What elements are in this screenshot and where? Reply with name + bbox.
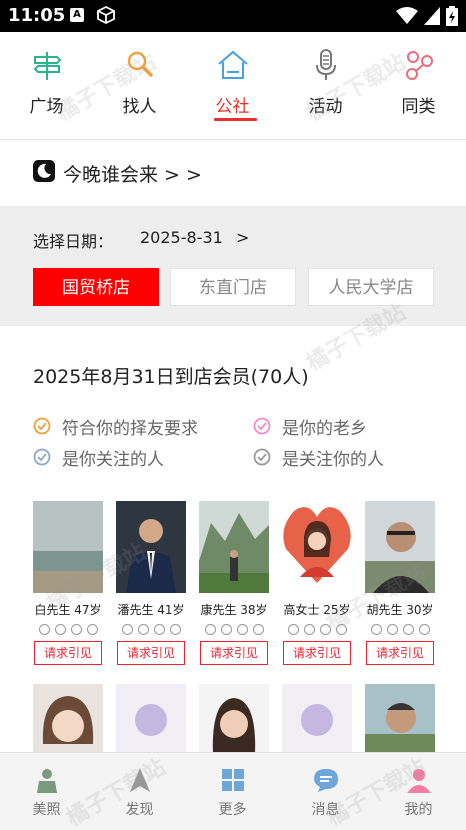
chat-bubble-icon — [313, 769, 338, 792]
member-name: 胡先生 30岁 — [366, 603, 434, 617]
status-time: 11:05 — [8, 5, 66, 26]
members-title: 2025年8月31日到店会员(70人) — [33, 366, 309, 388]
tonight-link[interactable]: 今晚谁会来 > > — [0, 140, 466, 206]
member-photo[interactable] — [116, 501, 186, 593]
moon-icon — [33, 160, 55, 182]
nav-item-find-people[interactable]: 找人 — [93, 32, 186, 140]
tab-messages[interactable]: 消息 — [279, 753, 372, 830]
nav-item-same-kind[interactable]: 同类 — [372, 32, 465, 140]
profile-icon — [406, 769, 431, 793]
legend-item-followers: 是关注你的人 — [253, 445, 433, 470]
member-name: 白先生 47岁 — [34, 603, 102, 617]
member-status-dots — [116, 624, 186, 635]
request-intro-button[interactable]: 请求引见 — [34, 641, 102, 665]
tab-discover[interactable]: 发现 — [93, 753, 186, 830]
tab-label: 美照 — [32, 802, 61, 818]
member-name: 高女士 25岁 — [283, 603, 351, 617]
status-bar: 11:05 A — [0, 0, 466, 32]
nav-label: 公社 — [215, 97, 250, 117]
member-photo[interactable] — [33, 501, 103, 593]
request-intro-button[interactable]: 请求引见 — [366, 641, 434, 665]
legend-item-criteria: 符合你的择友要求 — [33, 414, 233, 439]
store-tab-renmin-university[interactable]: 人民大学店 — [308, 268, 434, 306]
battery-icon — [446, 6, 458, 26]
bottom-tab-bar: 美照 发现 更多 消息 我的 — [0, 752, 466, 830]
check-circle-icon — [33, 448, 51, 466]
magnifier-icon — [127, 51, 153, 77]
nav-item-commune[interactable]: 公社 — [186, 32, 279, 140]
tonight-label: 今晚谁会来 > > — [63, 164, 202, 186]
signal-icon — [424, 7, 440, 25]
legend-label: 是你关注的人 — [62, 450, 164, 470]
member-status-dots — [282, 624, 352, 635]
request-intro-button[interactable]: 请求引见 — [117, 641, 185, 665]
date-value[interactable]: 2025-8-31 — [140, 228, 223, 247]
check-circle-icon — [253, 448, 271, 466]
tab-more[interactable]: 更多 — [186, 753, 279, 830]
nav-label: 广场 — [29, 97, 64, 117]
legend-item-hometown: 是你的老乡 — [253, 414, 433, 439]
member-name: 康先生 38岁 — [200, 603, 268, 617]
tab-label: 发现 — [125, 802, 154, 818]
legend-item-following: 是你关注的人 — [33, 445, 233, 470]
check-circle-icon — [33, 417, 51, 435]
signpost-icon — [33, 52, 61, 80]
legend-label: 是关注你的人 — [282, 450, 384, 470]
member-photo[interactable] — [282, 501, 352, 593]
member-status-dots — [199, 624, 269, 635]
active-tab-indicator — [214, 118, 257, 121]
member-status-dots — [33, 624, 103, 635]
member-card[interactable]: 白先生 47岁 请求引见 — [33, 501, 103, 665]
people-link-icon — [405, 51, 433, 80]
member-card[interactable]: 高女士 25岁 请求引见 — [282, 501, 352, 665]
grid-icon — [221, 769, 244, 791]
cube-icon — [97, 5, 115, 25]
navigation-arrow-icon — [129, 768, 150, 792]
member-card[interactable]: 康先生 38岁 请求引见 — [199, 501, 269, 665]
store-tab-dongzhimen[interactable]: 东直门店 — [170, 268, 296, 306]
store-tab-guomao[interactable]: 国贸桥店 — [33, 268, 159, 306]
member-name: 潘先生 41岁 — [117, 603, 185, 617]
top-nav: 广场 找人 公社 活动 同类 — [0, 32, 466, 140]
member-status-dots — [365, 624, 435, 635]
nav-item-activity[interactable]: 活动 — [279, 32, 372, 140]
member-photo[interactable] — [199, 501, 269, 593]
tab-label: 消息 — [311, 802, 340, 818]
legend-label: 符合你的择友要求 — [62, 419, 198, 439]
date-label: 选择日期： — [33, 232, 114, 251]
nav-label: 活动 — [308, 97, 343, 117]
check-circle-icon — [253, 417, 271, 435]
tab-label: 更多 — [218, 802, 247, 818]
request-intro-button[interactable]: 请求引见 — [200, 641, 268, 665]
tab-mine[interactable]: 我的 — [372, 753, 465, 830]
nav-item-square[interactable]: 广场 — [0, 32, 93, 140]
member-photo[interactable] — [365, 501, 435, 593]
person-icon — [36, 769, 57, 793]
date-store-panel: 选择日期： 2025-8-31 > 国贸桥店 东直门店 人民大学店 — [0, 206, 466, 326]
nav-label: 找人 — [122, 97, 157, 117]
legend-label: 是你的老乡 — [282, 419, 367, 439]
wifi-icon — [396, 7, 418, 24]
member-card[interactable]: 胡先生 30岁 请求引见 — [365, 501, 435, 665]
tab-photos[interactable]: 美照 — [0, 753, 93, 830]
member-card[interactable]: 潘先生 41岁 请求引见 — [116, 501, 186, 665]
notification-a-icon: A — [70, 8, 84, 22]
request-intro-button[interactable]: 请求引见 — [283, 641, 351, 665]
nav-label: 同类 — [401, 97, 436, 117]
tab-label: 我的 — [404, 802, 433, 818]
date-arrow-icon[interactable]: > — [236, 228, 249, 247]
microphone-icon — [315, 49, 336, 80]
house-icon — [217, 50, 248, 79]
